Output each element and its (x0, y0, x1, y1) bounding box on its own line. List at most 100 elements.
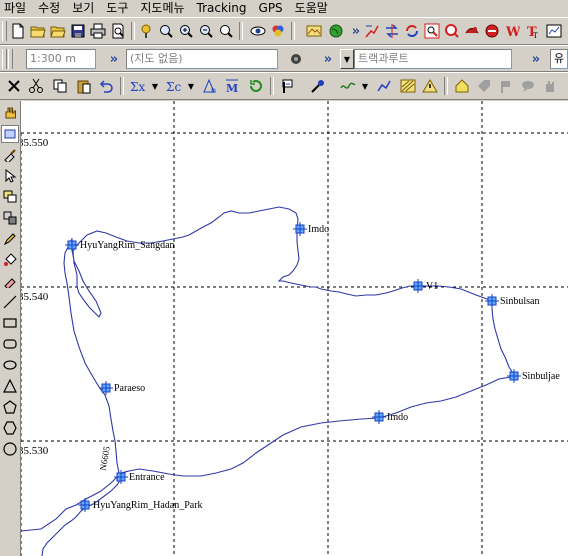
waypoint-label-entrance[interactable]: Entrance (129, 472, 165, 483)
svg-text:M: M (226, 82, 238, 94)
print-icon[interactable] (88, 21, 108, 41)
open-folder-icon-2[interactable] (48, 21, 68, 41)
waypoint-label-imdo-north[interactable]: Imdo (308, 224, 329, 235)
ellipse-tool-icon[interactable] (1, 356, 19, 374)
waypoint-markers[interactable] (65, 222, 521, 512)
waypoint-label-hyuyangrim-sangdan[interactable]: HyuYangRim_Sangdan (80, 240, 175, 251)
save-disk-icon[interactable] (68, 21, 88, 41)
copy-shapes-icon[interactable] (1, 188, 19, 206)
zoom-out-icon[interactable] (196, 21, 216, 41)
waypoint-label-v1[interactable]: V1 (426, 281, 438, 292)
pan-hand-icon[interactable] (1, 104, 19, 122)
track-chevron[interactable]: » (526, 49, 546, 69)
sum-c-dropdown-arrow[interactable]: ▼ (184, 76, 198, 96)
home-icon[interactable] (452, 76, 472, 96)
eraser-pencil-icon[interactable] (1, 272, 19, 290)
menu-map[interactable]: 지도메뉴 (134, 0, 190, 16)
waypoint-label-paraeso[interactable]: Paraeso (114, 383, 145, 394)
copy-icon[interactable] (50, 76, 70, 96)
print-preview-icon[interactable] (108, 21, 128, 41)
refresh-red-icon[interactable] (402, 21, 422, 41)
selection-toolbar: 1:300 m » (지도 없음) » ▼ 트랙과루트 » 유 (0, 45, 568, 72)
cut-icon[interactable] (26, 76, 46, 96)
search-red-icon[interactable] (442, 21, 462, 41)
menu-help[interactable]: 도움말 (289, 0, 334, 16)
arrow-pointer-icon[interactable] (1, 167, 19, 185)
waypoint-label-sinbulsan[interactable]: Sinbulsan (500, 296, 539, 307)
terrain-icon[interactable] (304, 21, 324, 41)
eye-icon[interactable] (248, 21, 268, 41)
eyedropper-icon[interactable] (308, 76, 328, 96)
latitude-label-35540: 35.540 (21, 291, 49, 303)
t-text-icon[interactable]: TT (522, 21, 542, 41)
find-red-icon[interactable] (422, 21, 442, 41)
scale-chevron[interactable]: » (104, 49, 124, 69)
map-chevron[interactable]: » (318, 49, 338, 69)
pencil-icon[interactable] (1, 230, 19, 248)
line-tool-icon[interactable] (1, 293, 19, 311)
zoom-in-icon[interactable] (176, 21, 196, 41)
track-route-select[interactable]: 트랙과루트 (354, 49, 512, 69)
waypoint-marker-paraeso (99, 381, 113, 395)
waypoint-label-imdo-south[interactable]: Imdo (387, 412, 408, 423)
green-globe-icon[interactable] (326, 21, 346, 41)
brush-icon[interactable] (1, 146, 19, 164)
triangle-tool-icon[interactable] (1, 377, 19, 395)
circle-tool-icon[interactable] (1, 440, 19, 458)
swap-arrows-icon[interactable] (382, 21, 402, 41)
toolbar-grip[interactable] (2, 49, 7, 69)
map-drawing (21, 101, 568, 556)
bird-icon[interactable] (462, 21, 482, 41)
sum-xc-icon[interactable]: Σc (164, 76, 184, 96)
svg-text:T: T (533, 32, 538, 39)
map-overview-icon[interactable] (544, 21, 564, 41)
hatch-area-icon[interactable] (398, 76, 418, 96)
paint-fill-icon[interactable] (1, 251, 19, 269)
route-edit-icon[interactable] (362, 21, 382, 41)
flag-arrow-icon[interactable] (278, 76, 298, 96)
delta-h-icon[interactable]: h (200, 76, 220, 96)
delete-x-icon[interactable] (4, 76, 24, 96)
menu-file[interactable]: 파일 (0, 0, 32, 16)
overlap-shapes-icon[interactable] (1, 209, 19, 227)
menu-tools[interactable]: 도구 (100, 0, 134, 16)
open-folder-icon[interactable] (28, 21, 48, 41)
map-select[interactable]: (지도 없음) (126, 49, 278, 69)
wave-route-icon[interactable] (338, 76, 358, 96)
cycle-icon[interactable] (246, 76, 266, 96)
track-dropdown-arrow[interactable]: ▼ (340, 49, 354, 69)
route-dropdown-arrow[interactable]: ▼ (358, 76, 372, 96)
globe-pin-icon[interactable] (136, 21, 156, 41)
new-file-icon[interactable] (8, 21, 28, 41)
map-canvas[interactable]: 35.550 35.540 35.530 HyuYangRim_Sangdan … (21, 101, 568, 556)
menu-gps[interactable]: GPS (253, 0, 289, 16)
w-text-icon[interactable]: W (502, 21, 522, 41)
waypoint-marker-sinbulsan (485, 294, 499, 308)
warning-area-icon[interactable] (420, 76, 440, 96)
sum-x-dropdown-arrow[interactable]: ▼ (148, 76, 162, 96)
m-bar-icon[interactable]: M (222, 76, 242, 96)
color-layers-icon[interactable] (268, 21, 288, 41)
paste-icon[interactable] (74, 76, 94, 96)
select-rectangle-icon[interactable] (1, 125, 19, 143)
sum-x-icon[interactable]: Σx (128, 76, 148, 96)
rounded-rect-tool-icon[interactable] (1, 335, 19, 353)
toolbar-grip[interactable] (2, 21, 7, 41)
menu-edit[interactable]: 수정 (32, 0, 66, 16)
toolbar-grip[interactable] (8, 49, 13, 69)
scale-input[interactable]: 1:300 m (26, 49, 96, 69)
undo-icon[interactable] (96, 76, 116, 96)
path-arrow-icon[interactable] (374, 76, 394, 96)
waypoint-label-hyuyangrim-hadan-park[interactable]: HyuYangRim_Hadan_Park (93, 500, 203, 511)
hexagon-tool-icon[interactable] (1, 419, 19, 437)
zoom-fit-icon[interactable] (216, 21, 236, 41)
menu-tracking[interactable]: Tracking (191, 0, 253, 16)
rectangle-tool-icon[interactable] (1, 314, 19, 332)
zoom-icon[interactable] (156, 21, 176, 41)
menu-view[interactable]: 보기 (66, 0, 100, 16)
stop-sign-icon[interactable] (482, 21, 502, 41)
extra-select[interactable]: 유 (550, 49, 568, 69)
pentagon-tool-icon[interactable] (1, 398, 19, 416)
waypoint-label-sinbuljae[interactable]: Sinbuljae (522, 371, 560, 382)
map-view-dot-icon[interactable] (286, 49, 306, 69)
